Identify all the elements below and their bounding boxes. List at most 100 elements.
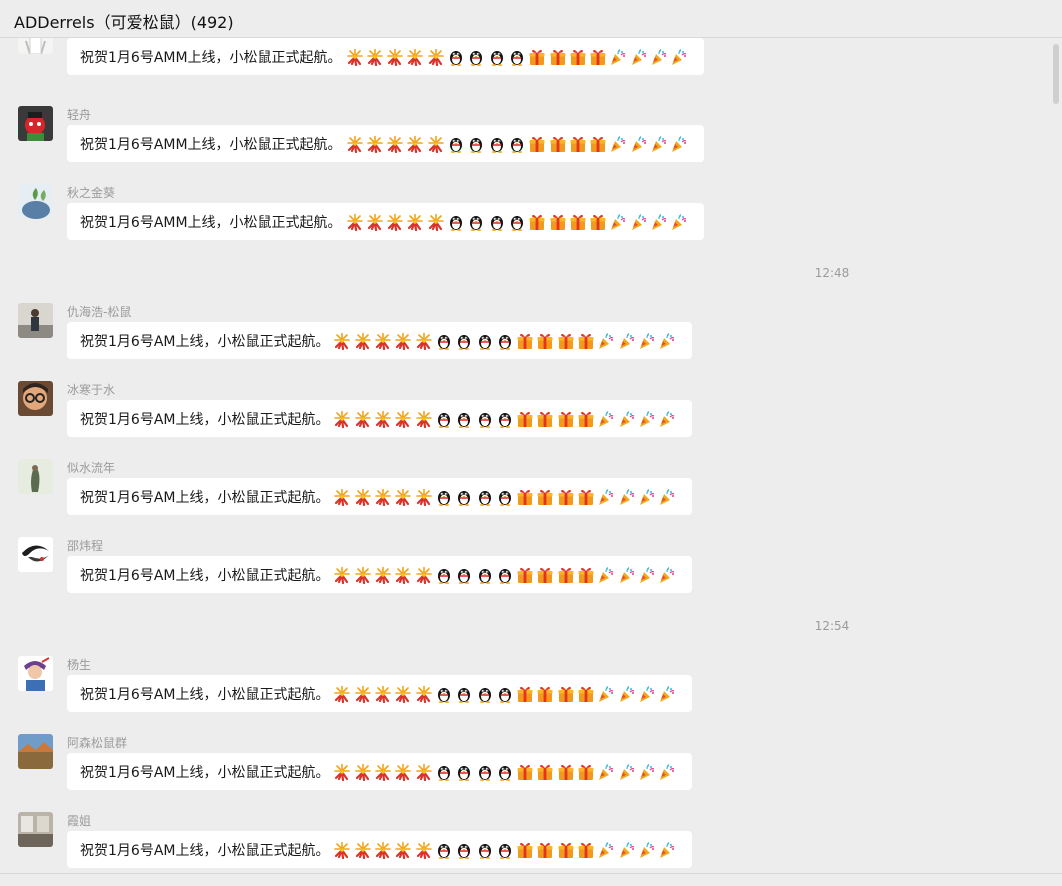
firecracker-icon bbox=[346, 48, 364, 66]
firecracker-icon bbox=[406, 213, 424, 231]
party-popper-icon bbox=[630, 48, 648, 66]
avatar[interactable] bbox=[18, 656, 53, 691]
avatar[interactable] bbox=[18, 537, 53, 572]
penguin-icon bbox=[467, 135, 485, 153]
firecracker-icon bbox=[394, 566, 412, 584]
party-popper-icon bbox=[609, 135, 627, 153]
firecracker-icon bbox=[415, 332, 433, 350]
gift-icon bbox=[536, 410, 554, 428]
penguin-icon bbox=[435, 763, 453, 781]
gift-icon bbox=[557, 332, 575, 350]
penguin-icon bbox=[435, 488, 453, 506]
party-popper-icon bbox=[609, 48, 627, 66]
gift-icon bbox=[536, 763, 554, 781]
penguin-icon bbox=[508, 48, 526, 66]
firecracker-icon bbox=[406, 135, 424, 153]
message-bubble[interactable]: 祝贺1月6号AM上线，小松鼠正式起航。 bbox=[67, 556, 692, 593]
message-text: 祝贺1月6号AMM上线，小松鼠正式起航。 bbox=[80, 49, 342, 66]
avatar[interactable] bbox=[18, 381, 53, 416]
party-popper-icon bbox=[670, 135, 688, 153]
avatar[interactable] bbox=[18, 734, 53, 769]
message-bubble[interactable]: 祝贺1月6号AM上线，小松鼠正式起航。 bbox=[67, 675, 692, 712]
party-popper-icon bbox=[670, 213, 688, 231]
divider bbox=[0, 873, 1062, 874]
party-popper-icon bbox=[638, 332, 656, 350]
sender-name[interactable]: 冰寒于水 bbox=[67, 381, 115, 398]
firecracker-icon bbox=[406, 48, 424, 66]
message-bubble[interactable]: 祝贺1月6号AM上线，小松鼠正式起航。 bbox=[67, 400, 692, 437]
message-bubble[interactable]: 祝贺1月6号AMM上线，小松鼠正式起航。 bbox=[67, 125, 704, 162]
firecracker-icon bbox=[415, 410, 433, 428]
party-popper-icon bbox=[609, 213, 627, 231]
gift-icon bbox=[516, 410, 534, 428]
penguin-icon bbox=[508, 135, 526, 153]
gift-icon bbox=[536, 488, 554, 506]
message-bubble[interactable]: 祝贺1月6号AM上线，小松鼠正式起航。 bbox=[67, 322, 692, 359]
firecracker-icon bbox=[366, 213, 384, 231]
sender-name[interactable]: 霞姐 bbox=[67, 812, 91, 829]
sender-name[interactable]: 邵炜程 bbox=[67, 537, 103, 554]
avatar[interactable] bbox=[18, 38, 53, 54]
firecracker-icon bbox=[333, 488, 351, 506]
message-bubble[interactable]: 祝贺1月6号AM上线，小松鼠正式起航。 bbox=[67, 753, 692, 790]
party-popper-icon bbox=[650, 213, 668, 231]
party-popper-icon bbox=[597, 488, 615, 506]
penguin-icon bbox=[508, 213, 526, 231]
gift-icon bbox=[536, 566, 554, 584]
avatar[interactable] bbox=[18, 812, 53, 847]
sender-name[interactable]: 杨生 bbox=[67, 656, 91, 673]
message-bubble[interactable]: 祝贺1月6号AM上线，小松鼠正式起航。 bbox=[67, 478, 692, 515]
avatar[interactable] bbox=[18, 459, 53, 494]
party-popper-icon bbox=[597, 332, 615, 350]
gift-icon bbox=[549, 213, 567, 231]
chat-title: ADDerrels（可爱松鼠）(492) bbox=[14, 13, 234, 32]
party-popper-icon bbox=[658, 566, 676, 584]
party-popper-icon bbox=[638, 841, 656, 859]
firecracker-icon bbox=[394, 685, 412, 703]
penguin-icon bbox=[467, 213, 485, 231]
firecracker-icon bbox=[346, 135, 364, 153]
message-text: 祝贺1月6号AM上线，小松鼠正式起航。 bbox=[80, 567, 330, 584]
party-popper-icon bbox=[638, 410, 656, 428]
sender-name[interactable]: 阿森松鼠群 bbox=[67, 734, 127, 751]
sender-name[interactable]: 轻舟 bbox=[67, 106, 91, 123]
gift-icon bbox=[569, 213, 587, 231]
sender-name[interactable]: 仇海浩-松鼠 bbox=[67, 303, 131, 320]
sender-name[interactable]: 似水流年 bbox=[67, 459, 115, 476]
gift-icon bbox=[549, 135, 567, 153]
firecracker-icon bbox=[427, 213, 445, 231]
penguin-icon bbox=[488, 213, 506, 231]
avatar[interactable] bbox=[18, 303, 53, 338]
firecracker-icon bbox=[394, 841, 412, 859]
party-popper-icon bbox=[658, 410, 676, 428]
avatar[interactable] bbox=[18, 106, 53, 141]
penguin-icon bbox=[447, 213, 465, 231]
party-popper-icon bbox=[597, 763, 615, 781]
sender-name[interactable]: 秋之金葵 bbox=[67, 184, 115, 201]
avatar[interactable] bbox=[18, 184, 53, 219]
party-popper-icon bbox=[618, 566, 636, 584]
firecracker-icon bbox=[354, 763, 372, 781]
penguin-icon bbox=[435, 685, 453, 703]
message-bubble[interactable]: 祝贺1月6号AMM上线，小松鼠正式起航。 bbox=[67, 203, 704, 240]
scrollbar[interactable] bbox=[1048, 38, 1062, 873]
message-bubble[interactable]: 祝贺1月6号AMM上线，小松鼠正式起航。 bbox=[67, 38, 704, 75]
gift-icon bbox=[569, 135, 587, 153]
firecracker-icon bbox=[374, 763, 392, 781]
gift-icon bbox=[557, 763, 575, 781]
gift-icon bbox=[516, 841, 534, 859]
scrollbar-thumb[interactable] bbox=[1053, 44, 1059, 104]
firecracker-icon bbox=[354, 410, 372, 428]
firecracker-icon bbox=[333, 566, 351, 584]
party-popper-icon bbox=[618, 488, 636, 506]
timestamp: 12:48 bbox=[814, 266, 850, 280]
penguin-icon bbox=[455, 685, 473, 703]
firecracker-icon bbox=[354, 332, 372, 350]
gift-icon bbox=[557, 566, 575, 584]
gift-icon bbox=[589, 213, 607, 231]
penguin-icon bbox=[496, 566, 514, 584]
message-text: 祝贺1月6号AM上线，小松鼠正式起航。 bbox=[80, 842, 330, 859]
message-list[interactable]: 祝贺1月6号AMM上线，小松鼠正式起航。 轻舟 祝贺1月6号AMM上线，小松鼠正… bbox=[0, 38, 1048, 873]
message-bubble[interactable]: 祝贺1月6号AM上线，小松鼠正式起航。 bbox=[67, 831, 692, 868]
firecracker-icon bbox=[415, 763, 433, 781]
